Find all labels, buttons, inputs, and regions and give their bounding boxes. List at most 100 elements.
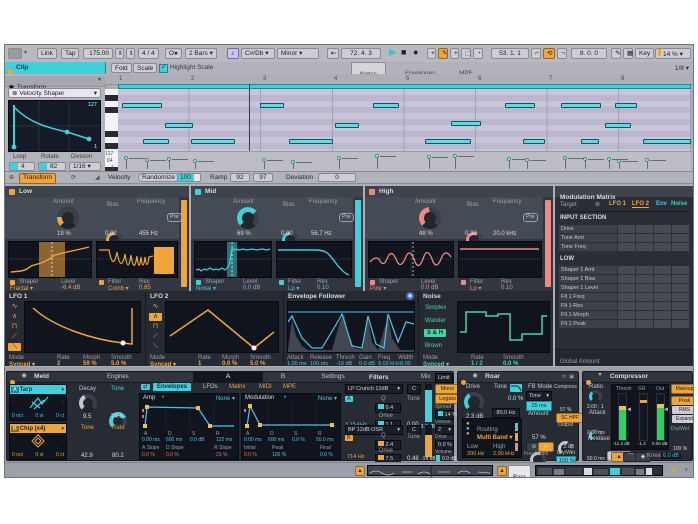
filter-a-level-fader[interactable]: [425, 384, 432, 422]
roar-tone-freq-field[interactable]: 80.0 Hz: [492, 408, 520, 418]
lfo1-wave-ramp-icon[interactable]: ⟋: [8, 333, 21, 341]
bias-value[interactable]: 0.02: [105, 231, 117, 237]
amount-value[interactable]: 48 %: [419, 231, 433, 237]
matrix-src-env[interactable]: Env: [656, 201, 667, 207]
amp-decay-value[interactable]: 600 ms: [166, 437, 182, 443]
lfo1-wave-square-icon[interactable]: ⊓: [8, 323, 21, 331]
matrix-src-lfo1[interactable]: LFO 1: [609, 201, 626, 207]
draw-mode-button[interactable]: ✎: [438, 48, 448, 59]
scale-mode-button[interactable]: ♪: [227, 48, 239, 59]
automation-arm-button[interactable]: +: [450, 48, 459, 59]
amount-value[interactable]: 19 %: [57, 231, 71, 237]
filter-a-type-menu[interactable]: LP Crunch 12dB▾: [345, 384, 403, 394]
tempo-field[interactable]: 175.00: [83, 48, 113, 59]
matrix-row-label[interactable]: Flt 1 Freq: [559, 293, 617, 301]
amp-sustain-value[interactable]: 0.0 dB: [190, 437, 204, 443]
subtab-lfos[interactable]: LFOs: [203, 384, 218, 390]
lfo2-wave-sine-icon[interactable]: ∿: [149, 303, 162, 311]
engine-b-selector[interactable]: B Chip (x4)▾: [10, 424, 66, 433]
clip-tab[interactable]: Clip: [5, 62, 106, 74]
thresh-value[interactable]: -11.3 dB: [613, 441, 630, 446]
deviation-field[interactable]: 0: [318, 173, 356, 182]
ramp-end-field[interactable]: 97: [253, 173, 273, 182]
matrix-cell[interactable]: [618, 243, 635, 251]
filter-a-routing-button[interactable]: C: [407, 384, 421, 394]
low-filter-checkbox[interactable]: [99, 280, 104, 285]
lfo2-wave-triangle-icon[interactable]: ∧: [149, 313, 162, 321]
warning-icon[interactable]: ▲: [497, 466, 507, 476]
tab-mpe[interactable]: MPE: [451, 62, 481, 74]
matrix-cell[interactable]: [618, 266, 635, 274]
matrix-src-lfo2[interactable]: LFO 2: [632, 201, 649, 208]
thresh-handle-icon[interactable]: ◄: [626, 407, 632, 413]
engine-a-knob1[interactable]: [79, 394, 97, 412]
lane-resize-icon[interactable]: ◢: [95, 174, 100, 181]
lfo1-wave-sine-icon[interactable]: ∿: [8, 303, 21, 311]
mod-release-value[interactable]: 50.0 ms: [316, 437, 334, 443]
grid-button[interactable]: ▦: [623, 48, 633, 59]
subtab-matrix[interactable]: Matrix: [229, 384, 245, 390]
lfo1-wave-saw-down-icon[interactable]: ⟍: [8, 343, 21, 351]
arrangement-position-field[interactable]: 72. 4. 3: [341, 48, 381, 59]
low-pre-button[interactable]: Pre: [167, 213, 182, 222]
out-value[interactable]: 0.00 dB: [652, 441, 668, 446]
transform-refresh-icon[interactable]: ⟳: [71, 174, 76, 181]
roar-tone-filter-icon[interactable]: [510, 384, 522, 392]
grid-setting-menu[interactable]: 1/8 ▾: [675, 64, 689, 72]
performance-meter-icon[interactable]: ılı: [671, 465, 677, 474]
matrix-cell[interactable]: [672, 320, 689, 328]
mid-enable-checkbox[interactable]: [195, 189, 201, 195]
re-enable-automation-button[interactable]: ⬚: [461, 48, 471, 59]
record-button[interactable]: ●: [413, 47, 418, 57]
noise-type-brown[interactable]: Brown: [425, 343, 442, 349]
track-name-button[interactable]: Bass: [508, 465, 531, 478]
makeup-button[interactable]: Makeup: [671, 384, 694, 394]
target-pin-icon[interactable]: ⊗: [595, 201, 600, 208]
final-value[interactable]: 0.0 %: [320, 452, 333, 458]
matrix-cell[interactable]: [654, 243, 671, 251]
matrix-cell[interactable]: [636, 275, 653, 283]
engine-a-next-icon[interactable]: ◦: [62, 399, 64, 405]
lfo2-wave-saw-down-icon[interactable]: ⟍: [149, 343, 162, 351]
knee-value[interactable]: 6.0 dB: [661, 453, 681, 459]
punch-out-button[interactable]: ¬: [557, 48, 567, 59]
matrix-cell[interactable]: [672, 243, 689, 251]
window-menu-button[interactable]: [8, 48, 22, 59]
subtab-midi[interactable]: MIDI: [259, 384, 272, 390]
ratio-knob[interactable]: [589, 390, 602, 403]
nudge-down-button[interactable]: ‖: [115, 48, 124, 59]
frequency-value[interactable]: 20.0 kHz: [493, 231, 517, 237]
subtab-mpe[interactable]: MPE: [283, 384, 296, 390]
amp-dot-icon[interactable]: •: [162, 395, 164, 401]
matrix-row-label[interactable]: Flt 1 Peak: [559, 320, 617, 328]
amp-attack-value[interactable]: 0.00 ms: [142, 437, 160, 443]
matrix-cell[interactable]: [672, 311, 689, 319]
low-enable-checkbox[interactable]: [9, 189, 15, 195]
matrix-row-label[interactable]: Shaper 1 Amt: [559, 266, 617, 274]
ramp-start-field[interactable]: 92: [230, 173, 250, 182]
low-amount-knob[interactable]: [57, 207, 79, 229]
amp-preset-menu[interactable]: None ▾: [216, 395, 235, 402]
r-slope-value[interactable]: 23 %: [216, 452, 227, 458]
out-meter[interactable]: [656, 393, 665, 441]
matrix-cell[interactable]: [672, 284, 689, 292]
compressor-collapse-icon[interactable]: ▼: [597, 372, 602, 378]
matrix-cell[interactable]: [618, 293, 635, 301]
d-slope-value[interactable]: 0.0 %: [166, 452, 179, 458]
overdub-button[interactable]: +: [427, 48, 436, 59]
lfo2-wave-ramp-icon[interactable]: ⟋: [149, 333, 162, 341]
tab-settings[interactable]: Settings: [303, 372, 363, 382]
device-chain-thumbnails[interactable]: [535, 465, 663, 476]
matrix-cell[interactable]: [618, 234, 635, 242]
engine-b-st[interactable]: 0 st: [35, 452, 43, 458]
engine-b-ct[interactable]: 0 ct: [56, 452, 64, 458]
engine-a-oct[interactable]: 0 oct: [12, 413, 23, 419]
matrix-cell[interactable]: [636, 234, 653, 242]
scale-root-menu[interactable]: C#/Db ▾: [241, 48, 275, 59]
velocity-lane-bg[interactable]: [118, 151, 691, 172]
mid-amount-knob[interactable]: [237, 207, 259, 229]
roar-hotswap-icon[interactable]: ⟳: [562, 374, 566, 380]
matrix-row-label[interactable]: Flt 1 Morph: [559, 311, 617, 319]
roar-drive-knob[interactable]: [464, 392, 484, 412]
matrix-cell[interactable]: [618, 284, 635, 292]
